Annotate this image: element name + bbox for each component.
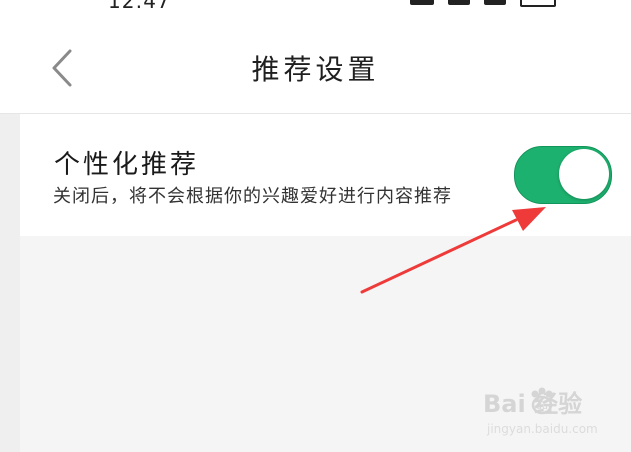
setting-description: 关闭后，将不会根据你的兴趣爱好进行内容推荐 [53,186,452,207]
paw-icon: du [531,387,553,415]
svg-text:du: du [536,402,547,412]
signal-icon [448,0,470,5]
navigation-header: 推荐设置 [0,12,631,114]
toggle-knob [559,149,609,199]
status-time: 12:47 [108,0,171,12]
setting-title: 个性化推荐 [54,150,200,180]
battery-icon [520,0,556,7]
watermark-url: jingyan.baidu.com [487,422,598,436]
signal-icon [410,0,434,5]
page-title: 推荐设置 [251,53,380,86]
status-bar: 12:47 [0,0,631,12]
status-icons [410,0,556,7]
signal-icon [484,0,506,5]
watermark: Bai 经验 du jingyan.baidu.com [483,384,623,444]
left-strip [0,114,20,452]
personalized-recommendation-toggle[interactable] [514,146,612,204]
setting-card: 个性化推荐 关闭后，将不会根据你的兴趣爱好进行内容推荐 [20,114,631,236]
